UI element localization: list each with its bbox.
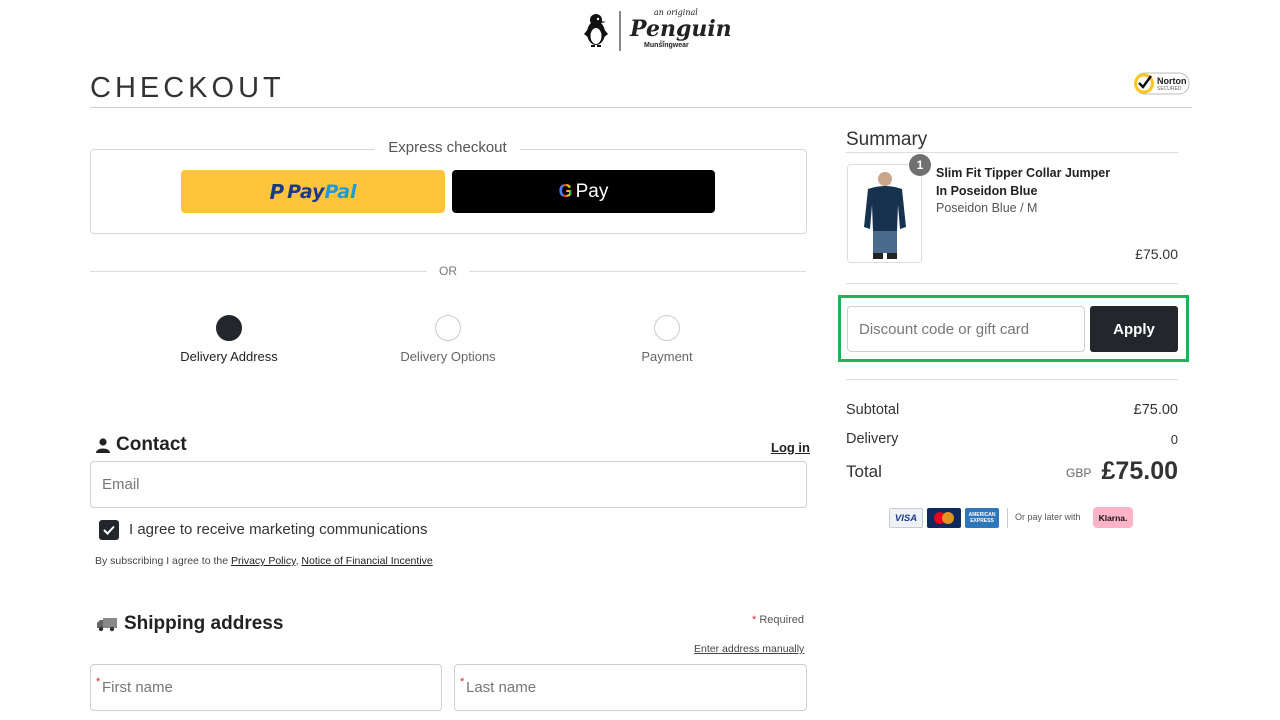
required-note: * Required [752, 614, 804, 626]
or-divider-text: OR [439, 264, 457, 278]
visa-icon: VISA [889, 508, 923, 528]
or-divider-left [90, 271, 427, 272]
first-name-field[interactable] [90, 664, 442, 711]
delivery-label: Delivery [846, 431, 899, 447]
step-delivery-address-dot[interactable] [216, 315, 242, 341]
express-checkout-title: Express checkout [375, 139, 520, 156]
summary-title: Summary [846, 129, 928, 150]
title-divider [90, 107, 1192, 108]
visa-label: VISA [894, 512, 918, 524]
paypal-label-pal: Pal [324, 180, 357, 203]
norton-sub: SECURED [1157, 86, 1182, 92]
quantity-badge: 1 [909, 154, 931, 176]
financial-incentive-link[interactable]: Notice of Financial Incentive [301, 555, 432, 567]
required-star-icon: * [752, 614, 757, 626]
privacy-policy-link[interactable]: Privacy Policy [231, 555, 296, 567]
total-label: Total [846, 462, 882, 481]
required-label: Required [759, 614, 804, 626]
email-field[interactable] [90, 461, 807, 508]
checkmark-icon [103, 525, 115, 535]
login-link[interactable]: Log in [771, 440, 810, 455]
summary-divider-item [846, 283, 1178, 284]
subtotal-value: £75.00 [1133, 402, 1178, 418]
klarna-badge: Klarna. [1093, 507, 1133, 528]
discount-code-input[interactable] [847, 306, 1085, 352]
step-delivery-options-dot[interactable] [435, 315, 461, 341]
norton-secured-badge: Norton SECURED [1131, 70, 1191, 97]
subscribe-legal-text: By subscribing I agree to the Privacy Po… [95, 555, 433, 567]
step-delivery-address-label[interactable]: Delivery Address [149, 349, 309, 364]
jumper-image [848, 165, 921, 262]
step-payment-dot[interactable] [654, 315, 680, 341]
delivery-value: 0 [1170, 432, 1178, 447]
first-name-required-icon: * [96, 676, 101, 688]
step-delivery-options-label[interactable]: Delivery Options [368, 349, 528, 364]
legal-prefix: By subscribing I agree to the [95, 555, 231, 567]
brand-logo[interactable]: an original Penguin BY Munsingwear [580, 8, 732, 54]
last-name-required-icon: * [460, 676, 465, 688]
paypal-button[interactable]: P Pay Pal [181, 170, 445, 213]
product-thumbnail[interactable] [847, 164, 922, 263]
logo-brand: Munsingwear [644, 42, 689, 49]
google-pay-label: Pay [575, 180, 609, 202]
or-divider-right [469, 271, 806, 272]
shipping-heading-text: Shipping address [124, 613, 284, 634]
contact-heading: Contact [96, 434, 187, 456]
pay-later-text: Or pay later with [1015, 512, 1081, 522]
amex-label: AMERICAN EXPRESS [968, 512, 996, 524]
subtotal-label: Subtotal [846, 402, 900, 418]
shipping-heading: Shipping address [96, 613, 283, 635]
contact-heading-text: Contact [116, 434, 187, 455]
paypal-icon: P [269, 179, 285, 204]
total-amount: £75.00 [1101, 457, 1178, 485]
user-icon [96, 437, 110, 453]
marketing-checkbox-label[interactable]: I agree to receive marketing communicati… [129, 521, 427, 538]
google-pay-button[interactable]: G Pay [452, 170, 715, 213]
payment-divider [1007, 508, 1008, 528]
mastercard-circles-icon [934, 512, 954, 524]
truck-icon [97, 617, 117, 631]
total-currency: GBP [1066, 466, 1092, 480]
norton-label: Norton [1157, 76, 1187, 86]
last-name-field[interactable] [454, 664, 807, 711]
logo-wordmark: Penguin [630, 16, 732, 42]
product-name: Slim Fit Tipper Collar Jumper In Poseido… [936, 166, 1111, 198]
marketing-checkbox[interactable] [99, 520, 119, 540]
summary-divider-discount [846, 379, 1178, 380]
step-payment-label[interactable]: Payment [587, 349, 747, 364]
amex-icon: AMERICAN EXPRESS [965, 508, 999, 528]
product-variant: Poseidon Blue / M [936, 201, 1038, 215]
apply-discount-button[interactable]: Apply [1090, 306, 1178, 352]
google-g-icon: G [558, 181, 573, 201]
product-price: £75.00 [1135, 246, 1178, 262]
enter-address-manually-link[interactable]: Enter address manually [694, 643, 804, 655]
paypal-label-pay: Pay [287, 180, 325, 203]
page-title: CHECKOUT [90, 72, 285, 104]
mastercard-icon [927, 508, 961, 528]
summary-divider-top [846, 152, 1178, 153]
